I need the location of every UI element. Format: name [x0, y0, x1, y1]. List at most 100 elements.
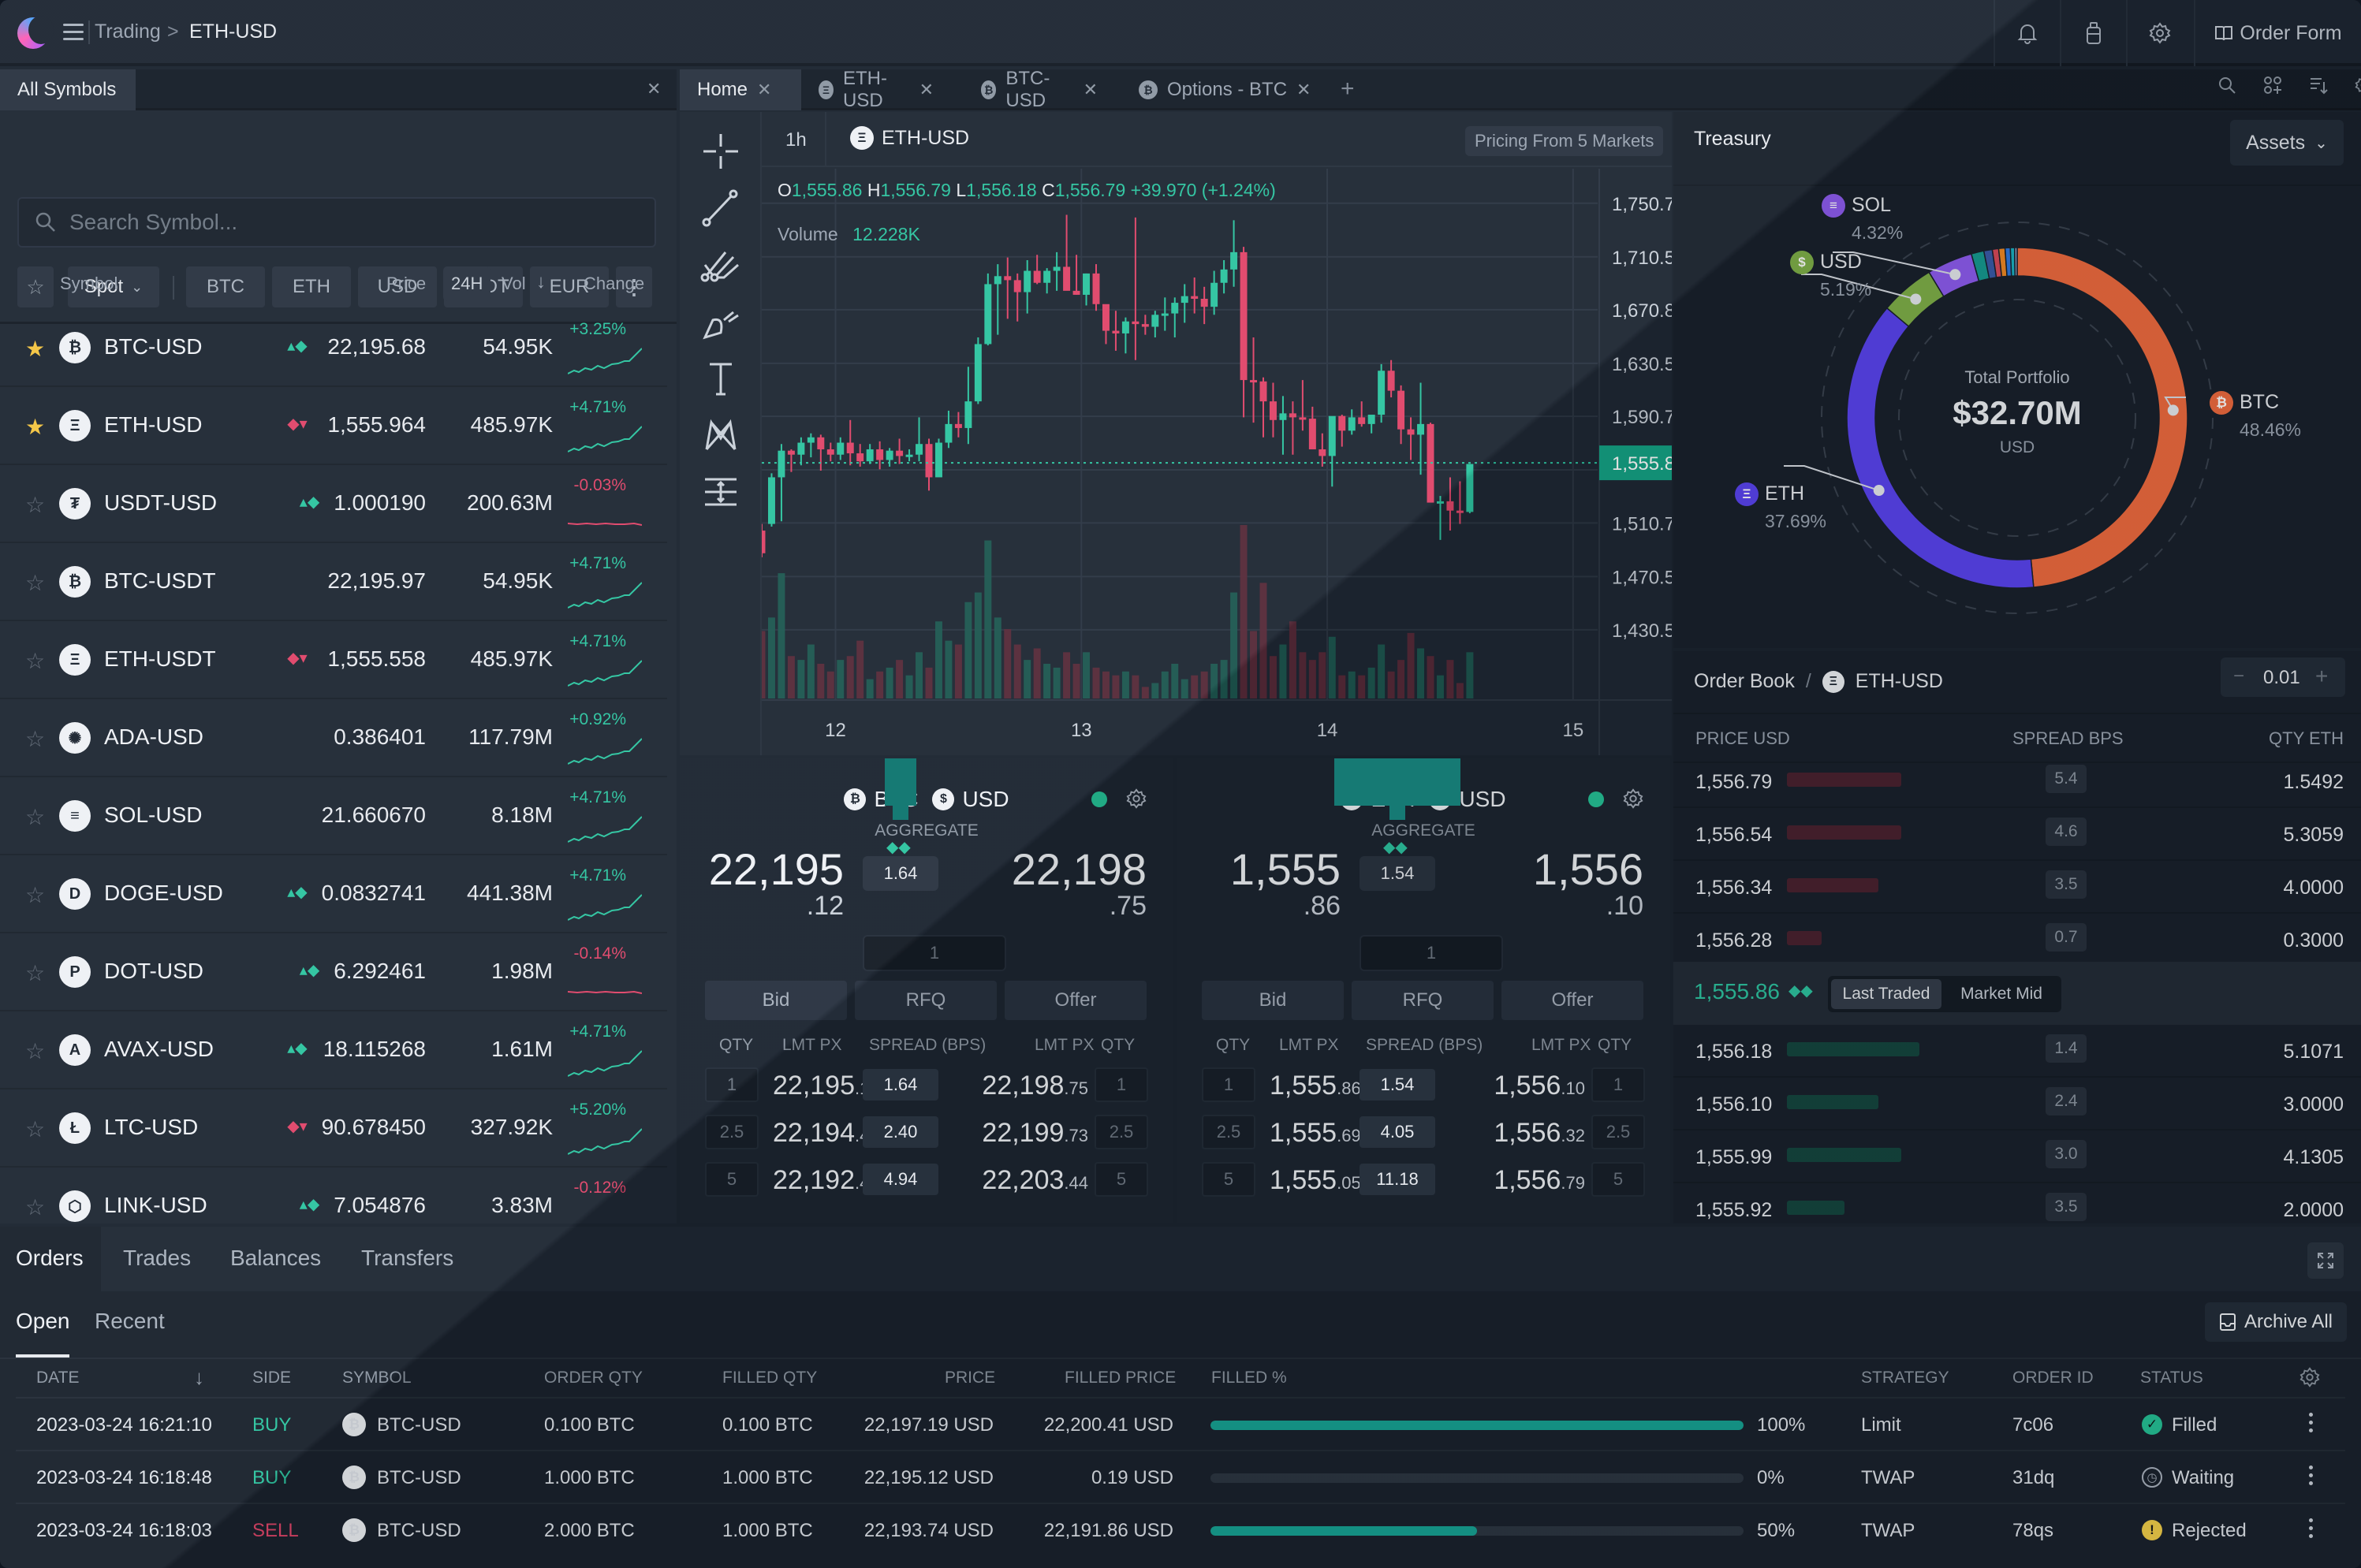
search-icon[interactable] [2217, 76, 2236, 95]
rfq-button[interactable]: RFQ [1352, 981, 1494, 1020]
add-tab-icon[interactable]: + [1341, 76, 1355, 102]
offer-qty[interactable]: 1 [1591, 1067, 1645, 1102]
tile-settings-icon[interactable] [1126, 788, 1147, 809]
favorite-star-icon[interactable]: ☆ [25, 804, 45, 830]
gear-icon[interactable] [2355, 76, 2361, 95]
trend-line-tool[interactable] [697, 184, 744, 232]
bid-qty[interactable]: 1 [705, 1067, 759, 1102]
chart-symbol[interactable]: Ξ ETH-USD [850, 126, 969, 150]
subtab-recent[interactable]: Recent [95, 1309, 165, 1334]
favorite-star-icon[interactable]: ☆ [25, 1116, 45, 1142]
offer-qty[interactable]: 2.5 [1591, 1115, 1645, 1149]
bid-qty[interactable]: 2.5 [705, 1115, 759, 1149]
bid-limit-price[interactable]: 1,555.05 [1270, 1165, 1361, 1196]
bid-price-big[interactable]: 1,555 [1230, 844, 1341, 895]
brush-tool[interactable] [697, 298, 744, 345]
bid-qty[interactable]: 1 [1202, 1067, 1255, 1102]
tab-balances[interactable]: Balances [230, 1246, 321, 1271]
favorite-star-icon[interactable]: ☆ [25, 570, 45, 596]
ask-row[interactable]: 1,556.79 5.4 1.5492 [1673, 763, 2361, 808]
symbol-row[interactable]: ☆ ₮ USDT-USD ▴◆ 1.000190 200.63M -0.03% [0, 465, 667, 543]
col-filled-pct[interactable]: FILLED % [1211, 1369, 1287, 1387]
symbol-row[interactable]: ☆ ⬡ LINK-USD ▴◆ 7.054876 3.83M -0.12% [0, 1168, 667, 1223]
offer-limit-price[interactable]: 22,198.75 [982, 1071, 1088, 1101]
bid-qty[interactable]: 2.5 [1202, 1115, 1255, 1149]
tab-btc-usd[interactable]: ₿ BTC-USD ✕ [964, 68, 1115, 111]
symbol-row[interactable]: ☆ ₿ BTC-USDT 22,195.97 54.95K +4.71% [0, 543, 667, 621]
row-actions-icon[interactable] [2309, 1466, 2314, 1486]
close-tab-icon[interactable]: ✕ [757, 80, 771, 100]
offer-limit-price[interactable]: 1,556.32 [1494, 1118, 1585, 1149]
interval-selector[interactable]: 1h [785, 129, 807, 151]
close-tab-icon[interactable]: ✕ [919, 80, 934, 100]
tab-eth-usd[interactable]: Ξ ETH-USD ✕ [801, 68, 951, 111]
offer-limit-price[interactable]: 22,199.73 [982, 1118, 1088, 1149]
row-actions-icon[interactable] [2309, 1413, 2314, 1433]
favorite-star-icon[interactable]: ☆ [25, 960, 45, 986]
col-order-id[interactable]: ORDER ID [2012, 1369, 2094, 1387]
favorite-star-icon[interactable]: ☆ [25, 1038, 45, 1064]
breadcrumb-trading[interactable]: Trading [95, 20, 161, 43]
menu-icon[interactable] [63, 24, 84, 41]
treasury-view-dropdown[interactable]: Assets ⌄ [2230, 120, 2344, 166]
bid-button[interactable]: Bid [1202, 981, 1344, 1020]
offer-price-big[interactable]: 1,556 [1533, 844, 1643, 895]
tile-qty-input[interactable]: 1 [1360, 935, 1503, 971]
symbols-list[interactable]: ★ ₿ BTC-USD ▴◆ 22,195.68 54.95K +3.25% ★ Ξ ETH-US… [0, 309, 677, 1223]
market-mid-option[interactable]: Market Mid [1946, 979, 2057, 1009]
add-widget-icon[interactable] [2263, 76, 2282, 95]
col-vol[interactable]: Vol [502, 274, 526, 294]
bid-price-big[interactable]: 22,195 [709, 844, 844, 895]
bid-limit-price[interactable]: 1,555.86 [1270, 1071, 1361, 1101]
pattern-tool[interactable] [697, 412, 744, 459]
notifications-button[interactable] [1994, 0, 2060, 66]
col-status[interactable]: STATUS [2140, 1369, 2203, 1387]
sort-icon[interactable] [2309, 76, 2328, 95]
bid-limit-price[interactable]: 1,555.69 [1270, 1118, 1361, 1149]
bid-qty[interactable]: 5 [705, 1162, 759, 1197]
filter-eth[interactable]: ETH [272, 266, 351, 307]
wallet-button[interactable] [2060, 0, 2126, 66]
tab-all-symbols[interactable]: All Symbols [0, 69, 136, 110]
order-row[interactable]: 2023-03-24 16:21:10 BUY ₿ BTC-USD 0.100 BTC 0… [16, 1397, 2345, 1450]
col-price[interactable]: PRICE [945, 1369, 995, 1387]
measure-tool[interactable] [697, 468, 744, 516]
sort-desc-icon[interactable]: ↓ [194, 1365, 204, 1390]
archive-all-button[interactable]: Archive All [2205, 1302, 2347, 1342]
col-change[interactable]: Change [584, 274, 644, 294]
close-tab-icon[interactable]: ✕ [1084, 80, 1098, 100]
col-order-qty[interactable]: ORDER QTY [544, 1369, 643, 1387]
tab-orders[interactable]: Orders [16, 1246, 84, 1271]
bid-qty[interactable]: 5 [1202, 1162, 1255, 1197]
favorite-star-icon[interactable]: ☆ [25, 882, 45, 908]
settings-button[interactable] [2126, 0, 2192, 66]
offer-button[interactable]: Offer [1005, 981, 1147, 1020]
favorite-star-icon[interactable]: ☆ [25, 726, 45, 752]
bid-row[interactable]: 1,556.18 1.4 5.1071 [1673, 1025, 2361, 1078]
close-icon[interactable]: ✕ [647, 79, 661, 99]
ask-row[interactable]: 1,556.28 0.7 0.3000 [1673, 914, 2361, 966]
favorite-star-icon[interactable]: ★ [25, 414, 45, 440]
row-actions-icon[interactable] [2309, 1518, 2314, 1539]
order-form-button[interactable]: Order Form [2194, 0, 2361, 66]
symbol-row[interactable]: ☆ Ł LTC-USD ◆▾ 90.678450 327.92K +5.20% [0, 1089, 667, 1168]
offer-price-big[interactable]: 22,198 [1012, 844, 1147, 895]
order-row[interactable]: 2023-03-24 16:18:03 SELL ₿ BTC-USD 2.000 BTC… [16, 1503, 2345, 1555]
expand-button[interactable] [2307, 1242, 2344, 1279]
symbol-row[interactable]: ★ ₿ BTC-USD ▴◆ 22,195.68 54.95K +3.25% [0, 309, 667, 387]
ask-row[interactable]: 1,556.54 4.6 5.3059 [1673, 808, 2361, 861]
order-row[interactable]: 2023-03-24 16:18:48 BUY ₿ BTC-USD 1.000 BTC 1… [16, 1450, 2345, 1503]
text-tool[interactable] [697, 355, 744, 402]
offer-qty[interactable]: 2.5 [1095, 1115, 1148, 1149]
ask-row[interactable]: 1,556.34 3.5 4.0000 [1673, 861, 2361, 914]
col-strategy[interactable]: STRATEGY [1861, 1369, 1949, 1387]
offer-button[interactable]: Offer [1501, 981, 1643, 1020]
candlestick-chart[interactable]: 1,750.73 1,710.52 1,670.81 1,630.56 1,590.73… [762, 169, 1672, 755]
pricing-sources-badge[interactable]: Pricing From 5 Markets [1465, 126, 1664, 156]
tab-home[interactable]: Home ✕ [680, 69, 801, 110]
symbol-row[interactable]: ☆ Ξ ETH-USDT ◆▾ 1,555.558 485.97K +4.71% [0, 621, 667, 699]
symbol-row[interactable]: ☆ P DOT-USD ▴◆ 6.292461 1.98M -0.14% [0, 933, 667, 1011]
symbol-search-input[interactable]: Search Symbol... [17, 197, 656, 248]
col-price[interactable]: Price [386, 274, 426, 294]
symbol-row[interactable]: ☆ ≡ SOL-USD 21.660670 8.18M +4.71% [0, 777, 667, 855]
